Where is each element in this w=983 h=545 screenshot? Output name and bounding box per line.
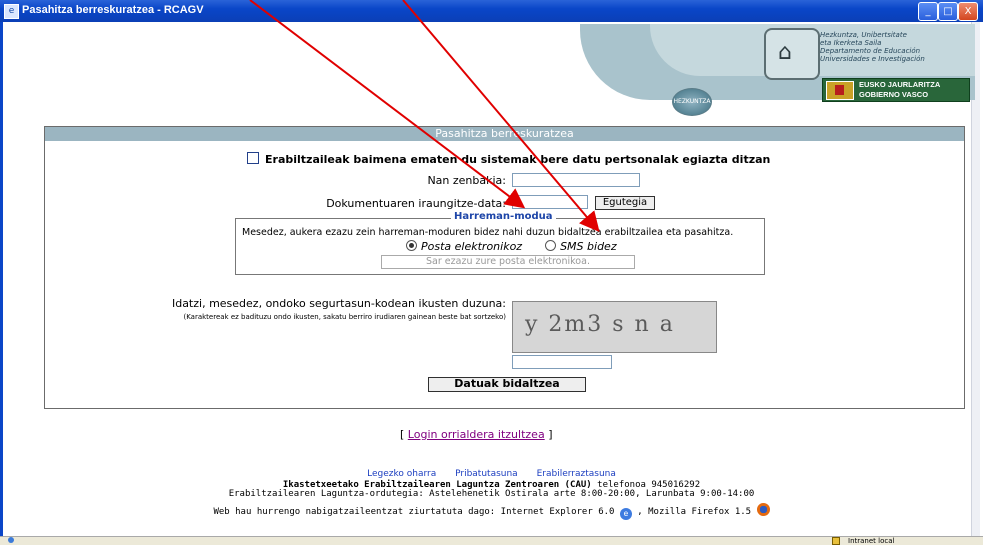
annotation-arrow-date bbox=[249, 0, 526, 209]
annotation-arrow-contact bbox=[402, 0, 600, 233]
annotation-arrows bbox=[249, 0, 600, 233]
